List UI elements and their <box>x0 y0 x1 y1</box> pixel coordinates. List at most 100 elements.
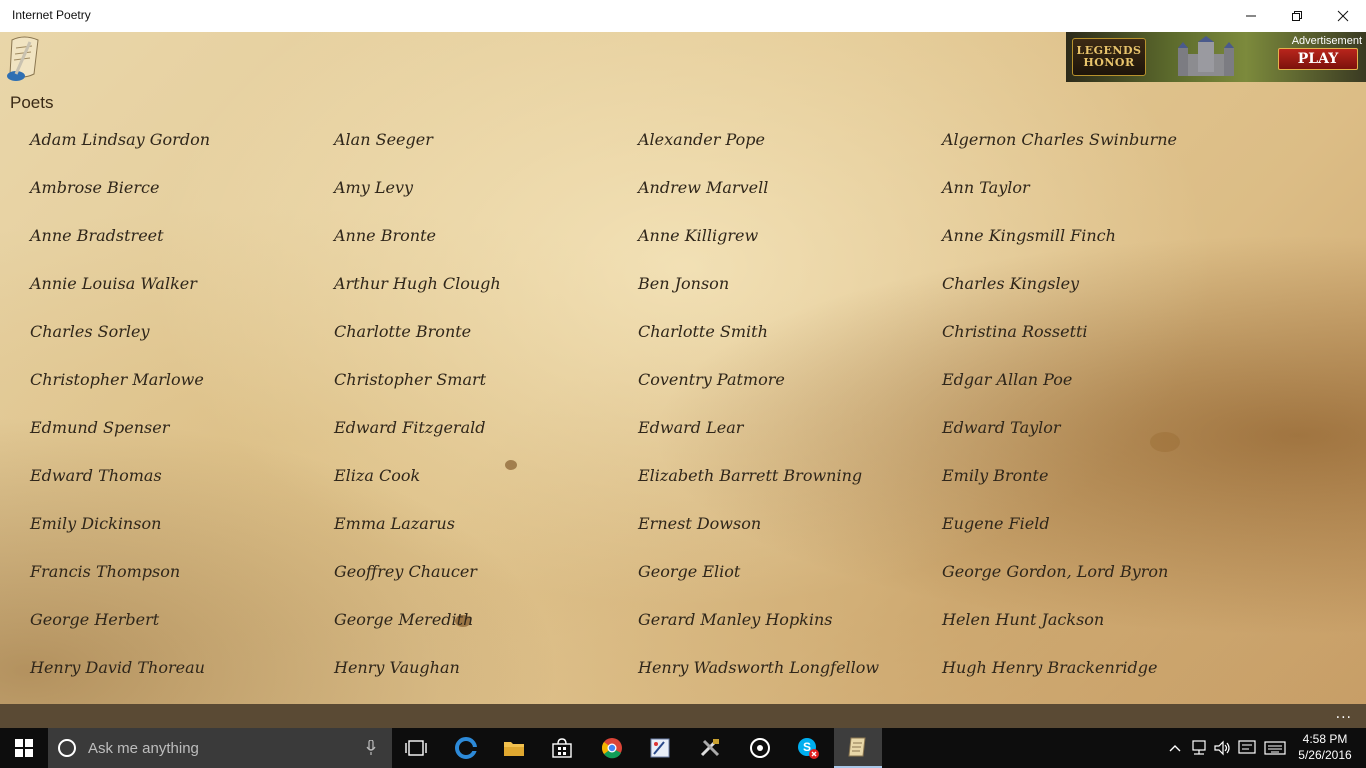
poet-item[interactable]: Henry David Thoreau <box>30 658 205 677</box>
edge-browser-button[interactable] <box>442 728 490 768</box>
poet-item[interactable]: George Herbert <box>30 610 159 629</box>
microphone-icon[interactable] <box>366 740 376 756</box>
poet-item[interactable]: Charles Sorley <box>30 322 149 341</box>
folder-icon <box>504 742 524 756</box>
poet-item[interactable]: Emma Lazarus <box>334 514 455 533</box>
poet-item[interactable]: Christina Rossetti <box>942 322 1088 341</box>
poet-item[interactable]: Ben Jonson <box>638 274 729 293</box>
keyboard-tray-button[interactable] <box>1262 728 1288 768</box>
ad-brand-logo: LEGENDS HONOR <box>1072 38 1146 76</box>
poet-item[interactable]: Edward Thomas <box>30 466 162 485</box>
poet-item[interactable]: Amy Levy <box>334 178 413 197</box>
poet-item[interactable]: Christopher Smart <box>334 370 486 389</box>
taskbar-clock[interactable]: 4:58 PM 5/26/2016 <box>1290 731 1360 763</box>
poet-item[interactable]: Gerard Manley Hopkins <box>638 610 833 629</box>
poet-item[interactable]: Edward Lear <box>638 418 743 437</box>
store-button[interactable] <box>538 728 586 768</box>
poet-item[interactable]: Anne Bronte <box>334 226 436 245</box>
action-center-icon <box>1238 740 1256 754</box>
poet-item[interactable]: Alexander Pope <box>638 130 765 149</box>
poet-item[interactable]: Alan Seeger <box>334 130 433 149</box>
groove-music-button[interactable] <box>736 728 784 768</box>
cortana-icon <box>58 739 76 757</box>
poet-item[interactable]: Anne Kingsmill Finch <box>942 226 1116 245</box>
ad-brand-line2: HONOR <box>1083 56 1135 69</box>
tools-app-button[interactable] <box>686 728 734 768</box>
poet-item[interactable]: Christopher Marlowe <box>30 370 204 389</box>
clock-time: 4:58 PM <box>1302 732 1348 746</box>
taskbar: Ask me anything S 4:58 PM 5/26/2016 <box>0 728 1366 768</box>
speaker-icon <box>1214 740 1230 756</box>
paint-app-button[interactable] <box>636 728 684 768</box>
poet-item[interactable]: Annie Louisa Walker <box>30 274 197 293</box>
skype-button[interactable]: S <box>784 728 832 768</box>
poet-item[interactable]: Henry Wadsworth Longfellow <box>638 658 879 677</box>
clock-date: 5/26/2016 <box>1298 748 1352 762</box>
poet-item[interactable]: Edgar Allan Poe <box>942 370 1072 389</box>
restore-icon <box>1292 11 1302 21</box>
minimize-icon <box>1246 15 1256 17</box>
store-bag-icon <box>552 738 572 758</box>
minimize-button[interactable] <box>1228 0 1274 32</box>
poet-item[interactable]: Francis Thompson <box>30 562 180 581</box>
ad-label: Advertisement <box>1291 35 1362 47</box>
ad-play-button[interactable]: PLAY <box>1278 48 1358 70</box>
stain <box>1150 432 1180 452</box>
chrome-button[interactable] <box>588 728 636 768</box>
paint-icon <box>650 738 670 758</box>
close-button[interactable] <box>1320 0 1366 32</box>
quill-scroll-icon[interactable] <box>4 34 44 82</box>
poet-item[interactable]: Edward Taylor <box>942 418 1061 437</box>
poet-item[interactable]: Ernest Dowson <box>638 514 761 533</box>
poet-item[interactable]: Arthur Hugh Clough <box>334 274 501 293</box>
poet-item[interactable]: Hugh Henry Brackenridge <box>942 658 1157 677</box>
poet-item[interactable]: Coventry Patmore <box>638 370 785 389</box>
title-bar: Internet Poetry <box>0 0 1366 32</box>
start-button[interactable] <box>0 728 48 768</box>
poet-item[interactable]: George Eliot <box>638 562 740 581</box>
poet-item[interactable]: Elizabeth Barrett Browning <box>638 466 862 485</box>
poet-item[interactable]: Anne Killigrew <box>638 226 758 245</box>
poet-item[interactable]: Adam Lindsay Gordon <box>30 130 210 149</box>
network-tray-button[interactable] <box>1188 728 1210 768</box>
volume-tray-button[interactable] <box>1212 728 1234 768</box>
poet-item[interactable]: Ambrose Bierce <box>30 178 159 197</box>
task-view-icon <box>405 740 427 756</box>
poet-item[interactable]: Geoffrey Chaucer <box>334 562 477 581</box>
internet-poetry-taskbar-button[interactable] <box>834 728 882 768</box>
poet-item[interactable]: Emily Bronte <box>942 466 1048 485</box>
poet-item[interactable]: Edmund Spenser <box>30 418 169 437</box>
advertisement-banner[interactable]: LEGENDS HONOR Advertisement PLAY <box>1066 32 1366 82</box>
keyboard-icon <box>1264 741 1286 755</box>
show-hidden-icons-button[interactable] <box>1166 728 1184 768</box>
cortana-search-box[interactable]: Ask me anything <box>48 728 392 768</box>
action-center-button[interactable] <box>1236 728 1258 768</box>
skype-icon: S <box>798 738 819 759</box>
poet-item[interactable]: Algernon Charles Swinburne <box>942 130 1177 149</box>
poet-item[interactable]: Edward Fitzgerald <box>334 418 485 437</box>
poet-item[interactable]: Charlotte Bronte <box>334 322 471 341</box>
chevron-up-icon <box>1169 745 1181 752</box>
content-area: Poets LEGENDS HONOR Advertisement PLAY A… <box>0 32 1366 704</box>
poet-item[interactable]: Helen Hunt Jackson <box>942 610 1104 629</box>
poet-item[interactable]: Anne Bradstreet <box>30 226 164 245</box>
poet-item[interactable]: George Meredith <box>334 610 473 629</box>
restore-button[interactable] <box>1274 0 1320 32</box>
task-view-button[interactable] <box>392 728 440 768</box>
poet-item[interactable]: Charlotte Smith <box>638 322 768 341</box>
poet-item[interactable]: Ann Taylor <box>942 178 1030 197</box>
poet-item[interactable]: Henry Vaughan <box>334 658 460 677</box>
castle-icon <box>1178 36 1234 76</box>
app-bar: ... <box>0 704 1366 728</box>
poet-item[interactable]: Andrew Marvell <box>638 178 768 197</box>
search-placeholder: Ask me anything <box>88 740 199 757</box>
poet-item[interactable]: George Gordon, Lord Byron <box>942 562 1168 581</box>
poet-item[interactable]: Eliza Cook <box>334 466 420 485</box>
poet-item[interactable]: Charles Kingsley <box>942 274 1079 293</box>
more-options-button[interactable]: ... <box>1336 706 1352 722</box>
close-icon <box>1337 10 1349 22</box>
edge-icon <box>455 737 477 759</box>
poet-item[interactable]: Eugene Field <box>942 514 1050 533</box>
file-explorer-button[interactable] <box>490 728 538 768</box>
poet-item[interactable]: Emily Dickinson <box>30 514 161 533</box>
